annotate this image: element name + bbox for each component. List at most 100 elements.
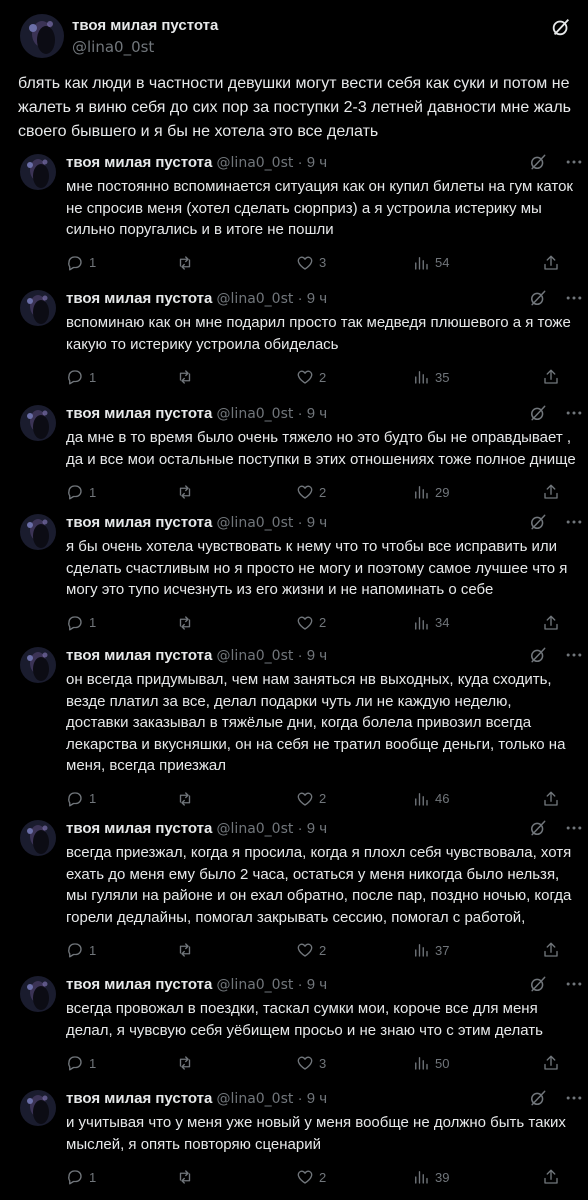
like-count: 2 [319, 942, 327, 958]
avatar[interactable] [20, 154, 56, 190]
grok-icon[interactable] [528, 645, 548, 665]
like-button[interactable]: 3 [296, 253, 326, 273]
grok-icon[interactable] [528, 152, 548, 172]
timestamp[interactable]: 9 ч [307, 405, 327, 422]
avatar[interactable] [20, 820, 56, 856]
more-icon[interactable] [564, 403, 584, 423]
author-handle[interactable]: @lina0_0st [217, 1091, 294, 1107]
share-button[interactable] [542, 789, 560, 809]
timestamp[interactable]: 9 ч [307, 514, 327, 531]
grok-icon[interactable] [528, 1088, 548, 1108]
like-button[interactable]: 2 [296, 940, 326, 960]
author-handle[interactable]: @lina0_0st [217, 291, 294, 307]
author-handle[interactable]: @lina0_0st [217, 648, 294, 664]
like-button[interactable]: 2 [296, 613, 326, 633]
author-handle[interactable]: @lina0_0st [217, 155, 294, 171]
reply-count: 1 [89, 942, 97, 958]
reply-button[interactable]: 1 [66, 482, 96, 502]
retweet-button[interactable] [176, 1167, 194, 1187]
avatar[interactable] [20, 405, 56, 441]
avatar[interactable] [20, 14, 64, 58]
grok-icon[interactable] [550, 16, 572, 38]
share-button[interactable] [542, 482, 560, 502]
grok-icon[interactable] [528, 288, 548, 308]
more-icon[interactable] [564, 818, 584, 838]
more-icon[interactable] [564, 512, 584, 532]
more-icon[interactable] [564, 152, 584, 172]
timestamp[interactable]: 9 ч [307, 290, 327, 307]
retweet-button[interactable] [176, 1053, 194, 1073]
author-name[interactable]: твоя милая пустота [66, 976, 212, 993]
author-name[interactable]: твоя милая пустота [66, 405, 212, 422]
share-button[interactable] [542, 1053, 560, 1073]
views-button[interactable]: 35 [412, 367, 449, 387]
reply-icon [68, 791, 82, 806]
share-button[interactable] [542, 253, 560, 273]
avatar[interactable] [20, 976, 56, 1012]
views-button[interactable]: 50 [412, 1053, 449, 1073]
timestamp[interactable]: 9 ч [307, 976, 327, 993]
timestamp[interactable]: 9 ч [307, 647, 327, 664]
share-button[interactable] [542, 940, 560, 960]
author-handle[interactable]: @lina0_0st [217, 515, 294, 531]
more-icon[interactable] [564, 974, 584, 994]
author-name[interactable]: твоя милая пустота [66, 154, 212, 171]
views-button[interactable]: 37 [412, 940, 449, 960]
grok-icon[interactable] [528, 974, 548, 994]
views-button[interactable]: 54 [412, 253, 449, 273]
grok-icon[interactable] [528, 512, 548, 532]
share-button[interactable] [542, 1167, 560, 1187]
grok-icon[interactable] [528, 403, 548, 423]
avatar[interactable] [20, 647, 56, 683]
retweet-button[interactable] [176, 789, 194, 809]
like-button[interactable]: 2 [296, 482, 326, 502]
author-handle[interactable]: @lina0_0st [217, 977, 294, 993]
author-name[interactable]: твоя милая пустота [66, 514, 212, 531]
reply-button[interactable]: 1 [66, 1053, 96, 1073]
author-handle[interactable]: @lina0_0st [72, 38, 154, 56]
like-button[interactable]: 2 [296, 789, 326, 809]
views-button[interactable]: 46 [412, 789, 449, 809]
like-button[interactable]: 2 [296, 367, 326, 387]
retweet-icon [179, 615, 191, 630]
views-button[interactable]: 29 [412, 482, 449, 502]
timestamp[interactable]: 9 ч [307, 820, 327, 837]
reply-button[interactable]: 1 [66, 613, 96, 633]
avatar[interactable] [20, 290, 56, 326]
like-button[interactable]: 3 [296, 1053, 326, 1073]
author-name[interactable]: твоя милая пустота [66, 647, 212, 664]
views-button[interactable]: 39 [412, 1167, 449, 1187]
reply-button[interactable]: 1 [66, 1167, 96, 1187]
author-handle[interactable]: @lina0_0st [217, 821, 294, 837]
timestamp[interactable]: 9 ч [307, 1090, 327, 1107]
view-count: 50 [435, 1055, 450, 1071]
share-button[interactable] [542, 613, 560, 633]
author-handle[interactable]: @lina0_0st [217, 406, 294, 422]
share-icon [544, 615, 558, 630]
more-icon[interactable] [564, 1088, 584, 1108]
reply-button[interactable]: 1 [66, 940, 96, 960]
retweet-button[interactable] [176, 940, 194, 960]
avatar[interactable] [20, 1090, 56, 1126]
reply-icon [68, 943, 82, 958]
retweet-button[interactable] [176, 613, 194, 633]
avatar[interactable] [20, 514, 56, 550]
like-button[interactable]: 2 [296, 1167, 326, 1187]
more-icon[interactable] [564, 288, 584, 308]
reply-button[interactable]: 1 [66, 367, 96, 387]
more-icon[interactable] [564, 645, 584, 665]
author-name[interactable]: твоя милая пустота [72, 17, 218, 34]
timestamp[interactable]: 9 ч [307, 154, 327, 171]
retweet-button[interactable] [176, 367, 194, 387]
retweet-button[interactable] [176, 482, 194, 502]
author-name[interactable]: твоя милая пустота [66, 290, 212, 307]
reply-button[interactable]: 1 [66, 253, 96, 273]
share-button[interactable] [542, 367, 560, 387]
retweet-button[interactable] [176, 253, 194, 273]
author-name[interactable]: твоя милая пустота [66, 1090, 212, 1107]
retweet-icon [179, 1056, 191, 1070]
views-button[interactable]: 34 [412, 613, 449, 633]
author-name[interactable]: твоя милая пустота [66, 820, 212, 837]
grok-icon[interactable] [528, 818, 548, 838]
reply-button[interactable]: 1 [66, 789, 96, 809]
